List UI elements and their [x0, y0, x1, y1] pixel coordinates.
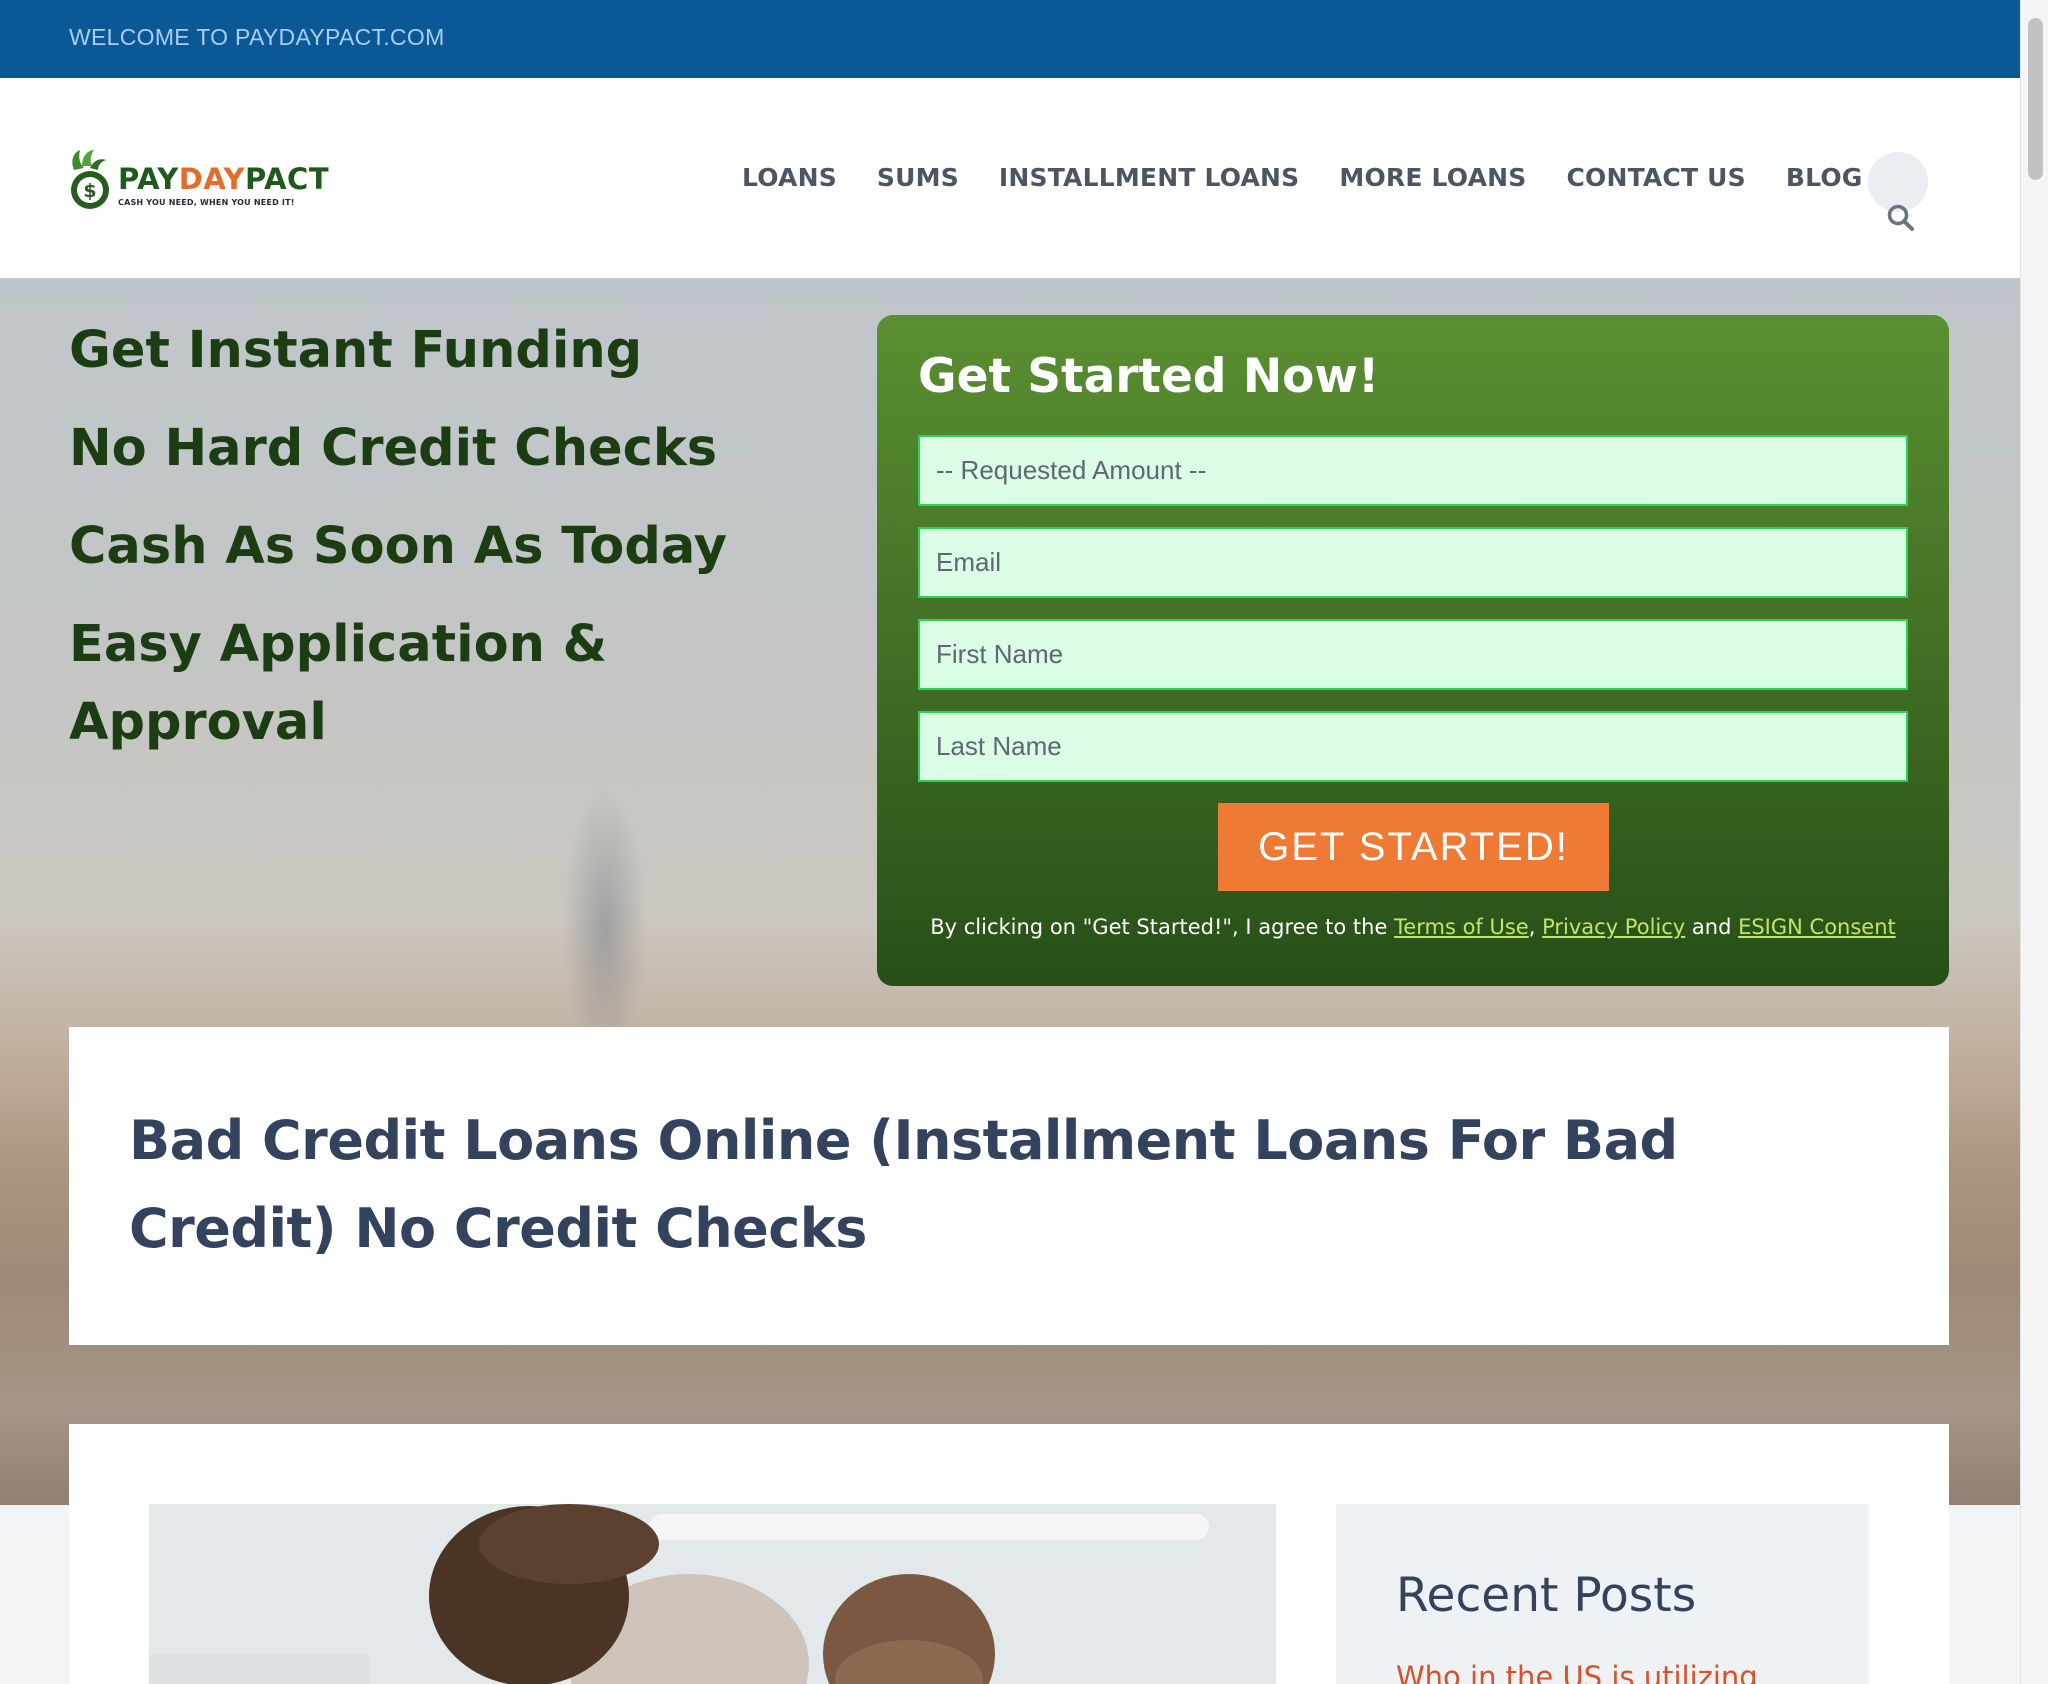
- hero-benefits: Get Instant Funding No Hard Credit Check…: [69, 312, 749, 782]
- site-header: $ PAYDAYPACT CASH YOU NEED, WHEN YOU NEE…: [0, 78, 2020, 278]
- hero-line-funding: Get Instant Funding: [69, 321, 643, 380]
- nav-blog[interactable]: BLOG: [1786, 163, 1863, 192]
- page-title: Bad Credit Loans Online (Installment Loa…: [129, 1109, 1678, 1260]
- form-title: Get Started Now!: [918, 349, 1380, 404]
- nav-loans[interactable]: LOANS: [742, 163, 837, 192]
- page-scrollbar[interactable]: [2020, 0, 2048, 1684]
- logo-tagline: CASH YOU NEED, WHEN YOU NEED IT!: [118, 198, 295, 207]
- requested-amount-select[interactable]: [918, 435, 1908, 506]
- nav-contact-us[interactable]: CONTACT US: [1566, 163, 1745, 192]
- recent-post-link[interactable]: Who in the US is utilizing: [1396, 1660, 1758, 1684]
- terms-of-use-link[interactable]: Terms of Use: [1394, 915, 1529, 939]
- loan-request-form: Get Started Now! GET STARTED! By clickin…: [877, 315, 1949, 986]
- privacy-policy-link[interactable]: Privacy Policy: [1542, 915, 1685, 939]
- consent-text: By clicking on "Get Started!", I agree t…: [877, 915, 1949, 939]
- nav-sums[interactable]: SUMS: [877, 163, 959, 192]
- logo-word-pay: PAY: [118, 162, 179, 196]
- email-field[interactable]: [918, 527, 1908, 598]
- consent-prefix: By clicking on "Get Started!", I agree t…: [930, 915, 1395, 939]
- logo-word-day: DAY: [178, 162, 246, 196]
- welcome-text: WELCOME TO PAYDAYPACT.COM: [69, 24, 445, 50]
- hero-line-credit-checks: No Hard Credit Checks: [69, 419, 718, 478]
- logo-coin-icon: $: [71, 150, 109, 209]
- site-logo[interactable]: $ PAYDAYPACT CASH YOU NEED, WHEN YOU NEE…: [68, 146, 343, 216]
- scrollbar-thumb[interactable]: [2028, 18, 2043, 180]
- article-photo: [149, 1504, 1276, 1684]
- top-bar: WELCOME TO PAYDAYPACT.COM: [0, 0, 2020, 78]
- recent-posts-heading: Recent Posts: [1396, 1568, 1697, 1623]
- nav-more-loans[interactable]: MORE LOANS: [1339, 163, 1526, 192]
- consent-comma: ,: [1528, 915, 1536, 939]
- sidebar-recent-posts: Recent Posts Who in the US is utilizing: [1336, 1504, 1869, 1684]
- consent-and: and: [1685, 915, 1739, 939]
- article-featured-image: [149, 1504, 1276, 1684]
- article-title-card: Bad Credit Loans Online (Installment Loa…: [69, 1027, 1949, 1345]
- esign-consent-link[interactable]: ESIGN Consent: [1738, 915, 1896, 939]
- main-nav: LOANS SUMS INSTALLMENT LOANS MORE LOANS …: [742, 163, 1863, 192]
- hero-line-easy-approval: Easy Application & Approval: [69, 615, 608, 752]
- get-started-button[interactable]: GET STARTED!: [1218, 803, 1609, 891]
- first-name-field[interactable]: [918, 619, 1908, 690]
- logo-coin-symbol: $: [83, 180, 96, 202]
- logo-word-pact: PACT: [245, 162, 330, 196]
- content-area: Recent Posts Who in the US is utilizing: [69, 1424, 1949, 1684]
- nav-installment-loans[interactable]: INSTALLMENT LOANS: [999, 163, 1299, 192]
- search-icon[interactable]: [1886, 203, 1916, 233]
- hero-line-cash-today: Cash As Soon As Today: [69, 517, 727, 576]
- last-name-field[interactable]: [918, 711, 1908, 782]
- logo-wordmark: PAYDAYPACT: [118, 162, 329, 196]
